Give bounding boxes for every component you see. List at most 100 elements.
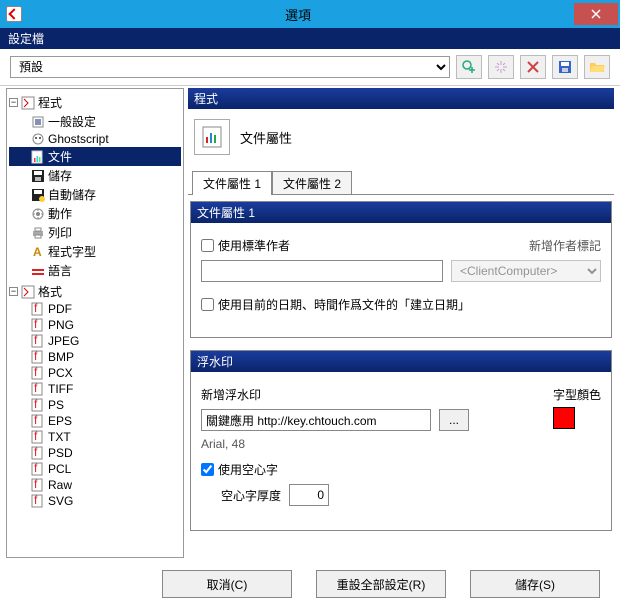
tree-item-label: PDF: [48, 302, 72, 316]
font-color-label: 字型顏色: [553, 386, 601, 403]
tree-item-document[interactable]: 文件: [9, 147, 181, 166]
pcx-icon: f: [31, 366, 45, 380]
content-title: 文件屬性: [240, 128, 292, 147]
tree-item-label: 動作: [48, 205, 72, 222]
tree-root-program[interactable]: − 程式: [9, 93, 181, 112]
tree-item-ps[interactable]: fPS: [9, 397, 181, 413]
footer: 取消(C) 重設全部設定(R) 儲存(S): [0, 560, 620, 608]
pcl-icon: f: [31, 462, 45, 476]
close-button[interactable]: [574, 3, 618, 25]
print-icon: [31, 226, 45, 240]
ps-icon: f: [31, 398, 45, 412]
tree-item-label: Ghostscript: [48, 132, 109, 146]
tree-item-autosave[interactable]: 自動儲存: [9, 185, 181, 204]
tree-root-format[interactable]: − 格式: [9, 282, 181, 301]
folder-icon: [589, 59, 605, 75]
profile-header: 設定檔: [0, 28, 620, 49]
cancel-button[interactable]: 取消(C): [162, 570, 292, 598]
sparkle-icon: [493, 59, 509, 75]
use-outline-checkbox[interactable]: 使用空心字: [201, 461, 278, 478]
tree-item-psd[interactable]: fPSD: [9, 445, 181, 461]
tree-item-actions[interactable]: 動作: [9, 204, 181, 223]
tree-item-print[interactable]: 列印: [9, 223, 181, 242]
eps-icon: f: [31, 414, 45, 428]
watermark-text-input[interactable]: [201, 409, 431, 431]
delete-icon: [525, 59, 541, 75]
delete-profile-button[interactable]: [520, 55, 546, 79]
document-icon: [31, 150, 45, 164]
tree-item-label: 列印: [48, 224, 72, 241]
tree-root-label: 格式: [38, 283, 62, 300]
author-input[interactable]: [201, 260, 443, 282]
author-tag-select[interactable]: <ClientComputer>: [451, 260, 601, 282]
tab-properties-2[interactable]: 文件屬性 2: [272, 171, 352, 195]
tree-item-general[interactable]: 一般設定: [9, 112, 181, 131]
tree-item-language[interactable]: 語言: [9, 261, 181, 280]
outline-thickness-label: 空心字厚度: [221, 487, 281, 504]
ghostscript-icon: [31, 132, 45, 146]
outline-thickness-input[interactable]: [289, 484, 329, 506]
tree-item-label: TIFF: [48, 382, 73, 396]
titlebar: 選項: [0, 0, 620, 28]
pdf-app-icon: [21, 285, 35, 299]
panel-doc-properties: 文件屬性 1 使用標準作者 新增作者標記 <ClientComputer>: [190, 201, 612, 338]
tree-root-label: 程式: [38, 94, 62, 111]
app-icon: [6, 6, 22, 22]
tree-item-label: 文件: [48, 148, 72, 165]
nav-tree[interactable]: − 程式 一般設定Ghostscript文件儲存自動儲存動作列印A程式字型語言 …: [6, 88, 184, 558]
tree-item-ghostscript[interactable]: Ghostscript: [9, 131, 181, 147]
font-icon: A: [31, 245, 45, 259]
jpeg-icon: f: [31, 334, 45, 348]
tree-item-pcl[interactable]: fPCL: [9, 461, 181, 477]
sparkle-button[interactable]: [488, 55, 514, 79]
checkbox-label: 使用標準作者: [218, 237, 290, 254]
profile-select[interactable]: 預設: [10, 56, 450, 78]
tree-item-tiff[interactable]: fTIFF: [9, 381, 181, 397]
use-current-date-checkbox[interactable]: 使用目前的日期、時間作爲文件的「建立日期」: [201, 296, 470, 313]
psd-icon: f: [31, 446, 45, 460]
tree-item-label: Raw: [48, 478, 72, 492]
png-icon: f: [31, 318, 45, 332]
use-standard-author-checkbox[interactable]: 使用標準作者: [201, 237, 290, 254]
tree-item-label: PCX: [48, 366, 73, 380]
pdf-app-icon: [21, 96, 35, 110]
font-color-swatch[interactable]: [553, 407, 575, 429]
tree-item-svg[interactable]: fSVG: [9, 493, 181, 509]
tree-item-eps[interactable]: fEPS: [9, 413, 181, 429]
txt-icon: f: [31, 430, 45, 444]
tree-item-label: PSD: [48, 446, 73, 460]
content-header: 程式: [188, 88, 614, 109]
open-folder-button[interactable]: [584, 55, 610, 79]
collapse-icon: −: [9, 98, 18, 107]
bmp-icon: f: [31, 350, 45, 364]
tree-item-font[interactable]: A程式字型: [9, 242, 181, 261]
tree-item-label: 自動儲存: [48, 186, 96, 203]
svg-text:A: A: [33, 245, 42, 259]
tree-item-label: SVG: [48, 494, 73, 508]
tree-item-jpeg[interactable]: fJPEG: [9, 333, 181, 349]
reset-all-button[interactable]: 重設全部設定(R): [316, 570, 446, 598]
tree-item-label: 儲存: [48, 167, 72, 184]
tree-item-label: BMP: [48, 350, 74, 364]
actions-icon: [31, 207, 45, 221]
tree-item-png[interactable]: fPNG: [9, 317, 181, 333]
tree-item-save[interactable]: 儲存: [9, 166, 181, 185]
save-button[interactable]: 儲存(S): [470, 570, 600, 598]
panel-watermark: 浮水印 新增浮水印 ... Arial, 48 字型顏色: [190, 350, 612, 531]
tree-item-label: EPS: [48, 414, 72, 428]
tree-item-pdf[interactable]: fPDF: [9, 301, 181, 317]
watermark-font-button[interactable]: ...: [439, 409, 469, 431]
author-tag-label: 新增作者標記: [529, 237, 601, 254]
document-properties-icon: [194, 119, 230, 155]
tab-properties-1[interactable]: 文件屬性 1: [192, 171, 272, 195]
tree-item-bmp[interactable]: fBMP: [9, 349, 181, 365]
tree-item-txt[interactable]: fTXT: [9, 429, 181, 445]
save-icon: [31, 169, 45, 183]
tree-item-label: PNG: [48, 318, 74, 332]
checkbox-label: 使用目前的日期、時間作爲文件的「建立日期」: [218, 296, 470, 313]
tree-item-pcx[interactable]: fPCX: [9, 365, 181, 381]
tree-item-raw[interactable]: fRaw: [9, 477, 181, 493]
add-profile-button[interactable]: [456, 55, 482, 79]
save-profile-button[interactable]: [552, 55, 578, 79]
pdf-icon: f: [31, 302, 45, 316]
